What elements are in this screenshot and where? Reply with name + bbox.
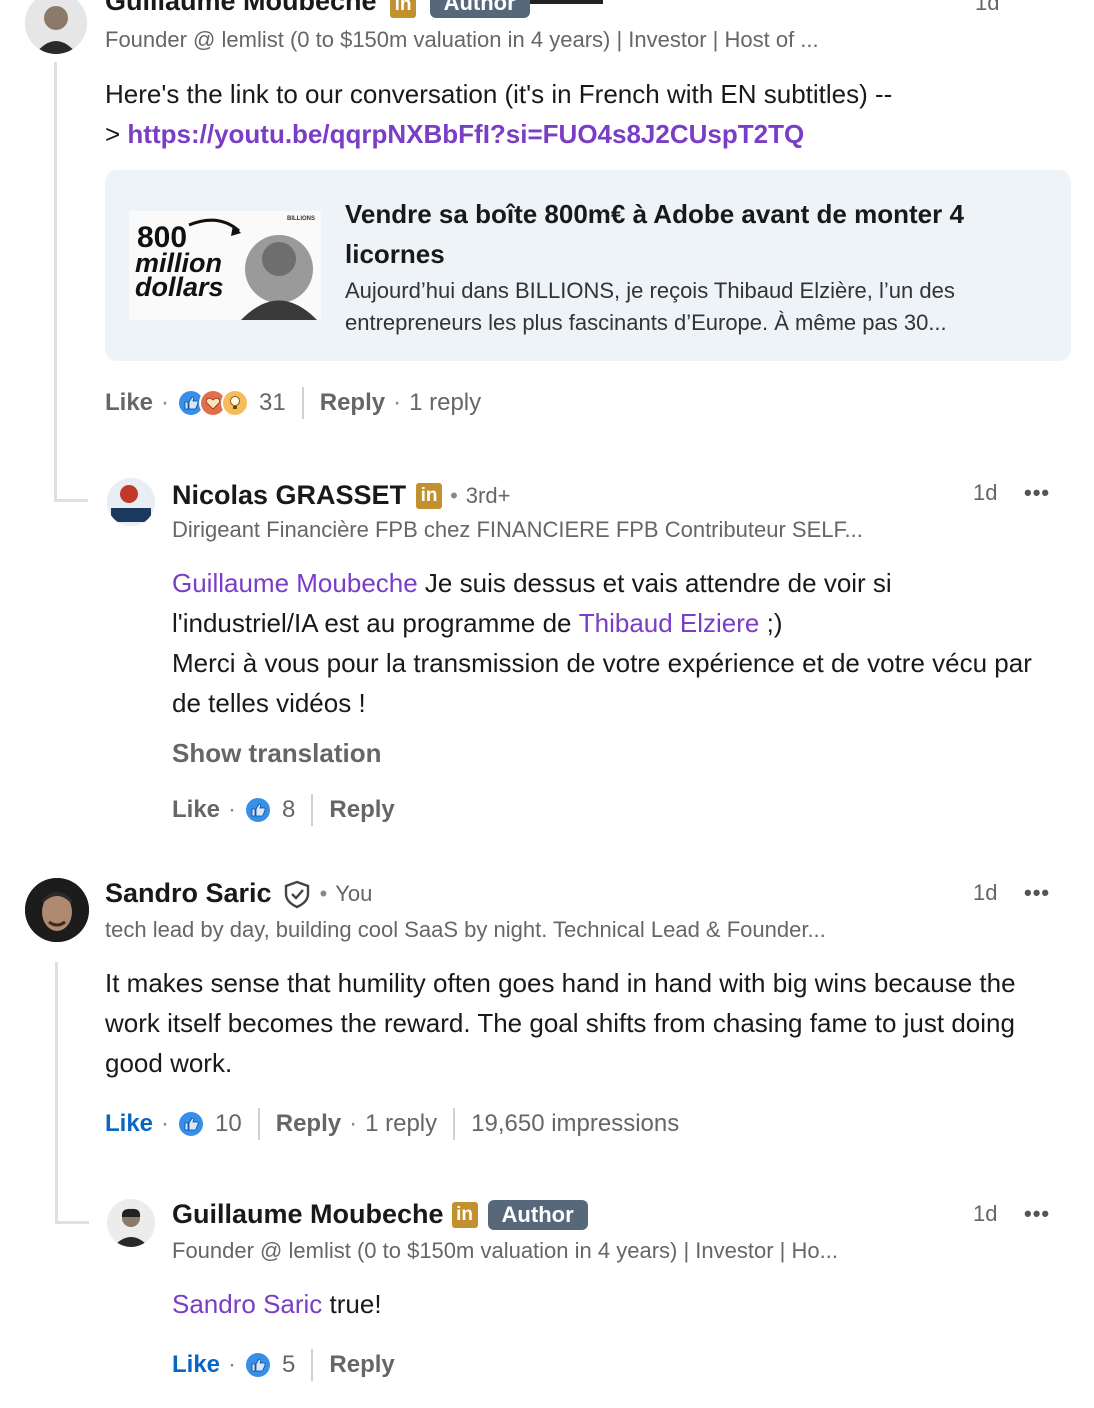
connection-degree: 3rd+ [465,482,511,508]
comment-actions: Like · 10 Reply · 1 reply 19,650 impress… [105,1106,679,1142]
reactions-count[interactable]: 8 [282,796,295,824]
mention-link[interactable]: Sandro Saric [172,1289,322,1319]
more-options-button[interactable]: ••• [1024,880,1050,906]
reply-button[interactable]: Reply [329,796,394,824]
reply-text: Sandro Saric true! [172,1289,382,1319]
reply-button[interactable]: Reply [276,1110,341,1138]
thumb-word: dollars [135,272,224,302]
like-reaction-icon[interactable] [177,1110,206,1138]
more-options-button[interactable]: ••• [1024,480,1050,506]
reply-actions: Like · 5 Reply [172,1347,395,1383]
you-label: You [335,880,373,906]
insightful-reaction-icon [221,389,250,417]
reactions-count[interactable]: 5 [282,1351,295,1379]
avatar[interactable] [25,878,89,942]
avatar[interactable] [107,478,155,526]
more-options-button[interactable]: ••• [1024,1201,1050,1227]
comment-author-name[interactable]: Guillaume Moubeche in Author [105,0,530,18]
reply-headline: Founder @ lemlist (0 to $150m valuation … [172,1238,838,1263]
preview-thumbnail[interactable]: 800 million dollars BILLIONS [129,211,321,320]
comment-headline: tech lead by day, building cool SaaS by … [105,917,826,942]
mention-link[interactable]: Guillaume Moubeche [172,568,418,598]
reply-button[interactable]: Reply [320,389,385,417]
timestamp: 1d [973,880,998,905]
linkedin-icon: in [451,1201,478,1228]
comment-actions: Like · 31 Reply · 1 reply [105,385,481,421]
avatar[interactable] [107,1199,155,1247]
timestamp: 1d [973,480,998,505]
preview-description: Aujourd’hui dans BILLIONS, je reçois Thi… [345,278,955,335]
author-badge: Author [487,1199,588,1230]
reactions-count[interactable]: 31 [259,389,286,417]
replies-count[interactable]: 1 reply [409,389,481,417]
replies-count[interactable]: 1 reply [365,1110,437,1138]
like-reaction-icon[interactable] [244,796,273,824]
like-button[interactable]: Like [105,1110,153,1138]
thumb-brand: BILLIONS [287,216,315,222]
linkedin-icon: in [416,482,443,509]
video-link[interactable]: https://youtu.be/qqrpNXBbFfI?si=FUO4s8J2… [127,119,804,149]
thread-line [55,962,58,1224]
comment-headline: Founder @ lemlist (0 to $150m valuation … [105,27,819,52]
reply-author-name[interactable]: Nicolas GRASSET in • 3rd+ [172,480,510,511]
thread-line-hook [54,499,88,502]
mention-link[interactable]: Thibaud Elziere [579,608,760,638]
reply-headline: Dirigeant Financière FPB chez FINANCIERE… [172,517,863,542]
like-button[interactable]: Like [172,1351,220,1379]
like-reaction-icon[interactable] [244,1351,273,1379]
timestamp: 1d [973,1201,998,1226]
comment-text: Here's the link to our conversation (it'… [105,79,893,149]
show-translation-button[interactable]: Show translation [172,738,381,769]
avatar[interactable] [25,0,87,54]
link-preview-card[interactable]: 800 million dollars BILLIONS Vendre sa b… [105,170,1071,361]
comment-text: It makes sense that humility often goes … [105,968,1016,1078]
like-button[interactable]: Like [105,389,153,417]
reactions-count[interactable]: 10 [215,1110,242,1138]
reply-text: Guillaume Moubeche Je suis dessus et vai… [172,568,1032,718]
thread-line-hook [55,1221,89,1224]
thread-line [54,62,57,502]
timestamp: 1d [975,0,1000,15]
preview-title[interactable]: Vendre sa boîte 800m€ à Adobe avant de m… [345,194,1045,274]
author-badge: Author [429,0,530,18]
like-button[interactable]: Like [172,796,220,824]
reactions[interactable] [177,389,250,417]
linkedin-icon: in [390,0,417,18]
reply-actions: Like · 8 Reply [172,792,395,828]
reply-author-name[interactable]: Guillaume Moubeche in Author [172,1199,588,1230]
impressions-count[interactable]: 19,650 impressions [471,1110,679,1138]
comment-author-name[interactable]: Sandro Saric • You [105,878,372,909]
verified-shield-icon [282,879,312,909]
reply-button[interactable]: Reply [329,1351,394,1379]
